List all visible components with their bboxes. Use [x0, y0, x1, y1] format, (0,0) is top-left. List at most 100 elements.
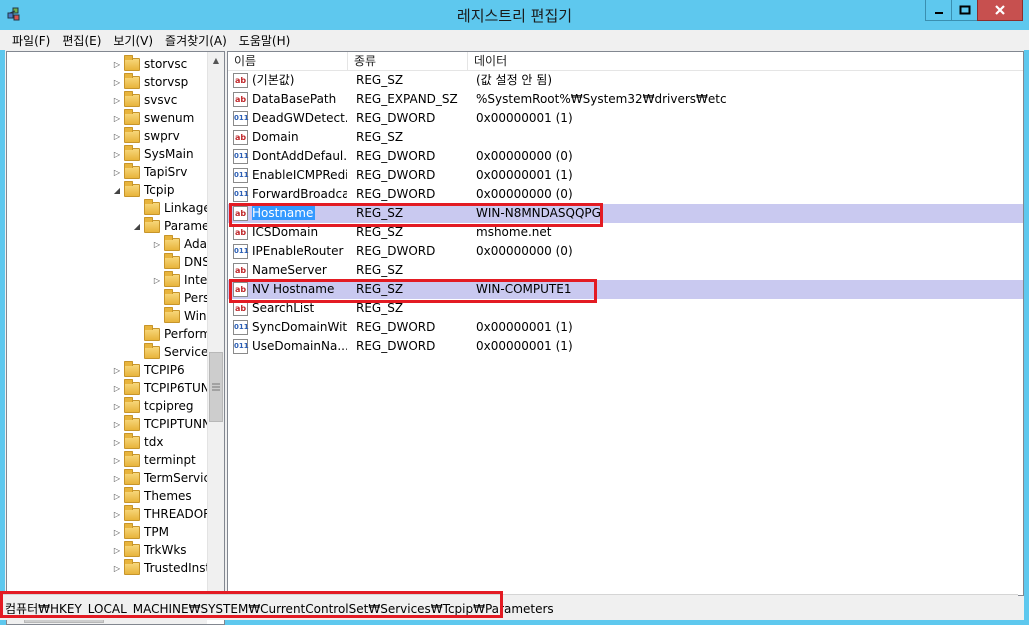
tree-item[interactable]: ▷ Adapters [152, 234, 207, 253]
column-header-name[interactable]: 이름 [228, 52, 348, 71]
value-name-text: UseDomainNa... [252, 339, 347, 353]
tree-item[interactable]: PersistentRoutes [152, 288, 207, 307]
table-row[interactable]: 011 UseDomainNa... REG_DWORD 0x00000001 (1) [228, 337, 1023, 356]
table-row[interactable]: ab ICSDomain REG_SZ mshome.net [228, 223, 1023, 242]
tree-item-label: terminpt [144, 453, 196, 467]
tree-item[interactable]: ▷ swprv [112, 126, 180, 145]
tree-item[interactable]: ▷ TCPIP6 [112, 360, 185, 379]
table-row[interactable]: ab DataBasePath REG_EXPAND_SZ %SystemRoot%₩… [228, 90, 1023, 109]
table-row[interactable]: 011 DontAddDefaul... REG_DWORD 0x00000000 (… [228, 147, 1023, 166]
column-header-type[interactable]: 종류 [348, 52, 468, 71]
expand-arrow-icon[interactable]: ▷ [112, 492, 122, 501]
tree-item[interactable]: ▷ svsvc [112, 90, 177, 109]
folder-icon [124, 522, 140, 539]
menu-help[interactable]: 도움말(H) [233, 32, 297, 49]
value-data: %SystemRoot%₩System32₩drivers₩etc [476, 92, 727, 106]
tree-item[interactable]: ▷ TCPIP6TUNNEL [112, 378, 207, 397]
folder-icon [124, 468, 140, 485]
tree-item[interactable]: ◢ Tcpip [112, 180, 174, 199]
value-type: REG_EXPAND_SZ [356, 92, 458, 106]
expand-arrow-icon[interactable]: ▷ [112, 564, 122, 573]
tree-item-label: THREADORDER [144, 507, 207, 521]
scroll-up-icon[interactable]: ▲ [208, 52, 224, 69]
tree-item[interactable]: ▷ tcpipreg [112, 396, 194, 415]
tree-item[interactable]: Performance [132, 324, 207, 343]
tree-item[interactable]: ▷ storvsc [112, 54, 187, 73]
expand-arrow-icon[interactable]: ▷ [112, 132, 122, 141]
tree-vertical-scrollbar[interactable]: ▲ ▼ [207, 52, 224, 607]
value-name-text: Hostname [252, 206, 316, 220]
tree-item-label: PersistentRoutes [184, 291, 207, 305]
expand-arrow-icon[interactable]: ▷ [112, 96, 122, 105]
expand-arrow-icon[interactable]: ▷ [112, 474, 122, 483]
tree-item[interactable]: ▷ swenum [112, 108, 194, 127]
tree-item-label: TrkWks [144, 543, 187, 557]
table-row[interactable]: 011SyncDomainWit... REG_DWORD 0x00000001 (… [228, 318, 1023, 337]
table-row[interactable]: 011EnableICMPRedi... REG_DWORD 0x00000001 … [228, 166, 1023, 185]
scroll-thumb[interactable] [209, 352, 223, 422]
table-row[interactable]: ab NameServer REG_SZ [228, 261, 1023, 280]
maximize-button[interactable] [951, 0, 978, 21]
folder-icon [144, 324, 160, 341]
tree-item[interactable]: ServiceProvider [132, 342, 207, 361]
expand-arrow-icon[interactable]: ▷ [112, 510, 122, 519]
expand-arrow-icon[interactable]: ▷ [112, 60, 122, 69]
minimize-button[interactable] [925, 0, 952, 21]
tree-item[interactable]: ▷ TPM [112, 522, 169, 541]
string-value-icon: ab [233, 130, 248, 145]
table-row[interactable]: ab SearchList REG_SZ [228, 299, 1023, 318]
tree-item[interactable]: ▷ tdx [112, 432, 163, 451]
expand-arrow-icon[interactable]: ▷ [152, 240, 162, 249]
tree-item[interactable]: ▷ SysMain [112, 144, 194, 163]
expand-arrow-icon[interactable]: ▷ [112, 366, 122, 375]
tree-item[interactable]: ▷ TrkWks [112, 540, 187, 559]
table-row[interactable]: 011 DeadGWDetect... REG_DWORD 0x00000001 (1… [228, 109, 1023, 128]
table-row[interactable]: 011ForwardBroadca... REG_DWORD 0x00000000 … [228, 185, 1023, 204]
expand-arrow-icon[interactable]: ▷ [112, 384, 122, 393]
close-button[interactable] [977, 0, 1023, 21]
expand-arrow-icon[interactable]: ▷ [112, 168, 122, 177]
tree-item[interactable]: ▷ Themes [112, 486, 192, 505]
table-row[interactable]: ab NV Hostname REG_SZ WIN-COMPUTE1 [228, 280, 1023, 299]
menu-favorites[interactable]: 즐겨찾기(A) [159, 32, 233, 49]
expand-arrow-icon[interactable]: ▷ [152, 276, 162, 285]
folder-icon [164, 234, 180, 251]
menu-edit[interactable]: 편집(E) [56, 32, 107, 49]
tree-item[interactable]: Linkage [132, 198, 207, 217]
string-value-icon: ab [233, 92, 248, 107]
expand-arrow-icon[interactable]: ▷ [112, 438, 122, 447]
table-row[interactable]: ab Domain REG_SZ [228, 128, 1023, 147]
expand-arrow-icon[interactable]: ◢ [112, 186, 122, 195]
table-row[interactable]: ab (기본값) REG_SZ (값 설정 안 됨) [228, 71, 1023, 90]
tree-item[interactable]: ▷ TrustedInstaller [112, 558, 207, 577]
tree-item[interactable]: Winsock [152, 306, 207, 325]
tree-item[interactable]: ▷ terminpt [112, 450, 196, 469]
tree-item[interactable]: ▷ TermService [112, 468, 207, 487]
value-data: 0x00000000 (0) [476, 149, 573, 163]
table-row[interactable]: ab Hostname REG_SZ WIN-N8MNDASQQPG [228, 204, 1023, 223]
expand-arrow-icon[interactable]: ▷ [112, 114, 122, 123]
column-header-data[interactable]: 데이터 [468, 52, 1023, 71]
expand-arrow-icon[interactable]: ▷ [112, 420, 122, 429]
tree-item[interactable]: ▷ storvsp [112, 72, 188, 91]
expand-arrow-icon[interactable]: ▷ [112, 456, 122, 465]
expand-arrow-icon[interactable]: ▷ [112, 402, 122, 411]
expand-arrow-icon[interactable]: ▷ [112, 546, 122, 555]
expand-arrow-icon[interactable]: ▷ [112, 78, 122, 87]
menu-view[interactable]: 보기(V) [107, 32, 159, 49]
tree-item[interactable]: DNSRegisteredAdapters [152, 252, 207, 271]
tree-item[interactable]: ▷ TCPIPTUNNEL [112, 414, 207, 433]
expand-arrow-icon[interactable]: ◢ [132, 222, 142, 231]
folder-icon [144, 198, 160, 215]
tree-item[interactable]: ▷ THREADORDER [112, 504, 207, 523]
expand-arrow-icon[interactable]: ▷ [112, 528, 122, 537]
tree-item[interactable]: ◢ Parameters [132, 216, 207, 235]
folder-icon [124, 90, 140, 107]
menu-file[interactable]: 파일(F) [6, 32, 56, 49]
tree-item[interactable]: ▷ Interfaces [152, 270, 207, 289]
tree-item[interactable]: ▷ TapiSrv [112, 162, 187, 181]
folder-icon [124, 540, 140, 557]
expand-arrow-icon[interactable]: ▷ [112, 150, 122, 159]
value-name: SyncDomainWit... [252, 318, 347, 337]
table-row[interactable]: 011 IPEnableRouter REG_DWORD 0x00000000 (0) [228, 242, 1023, 261]
